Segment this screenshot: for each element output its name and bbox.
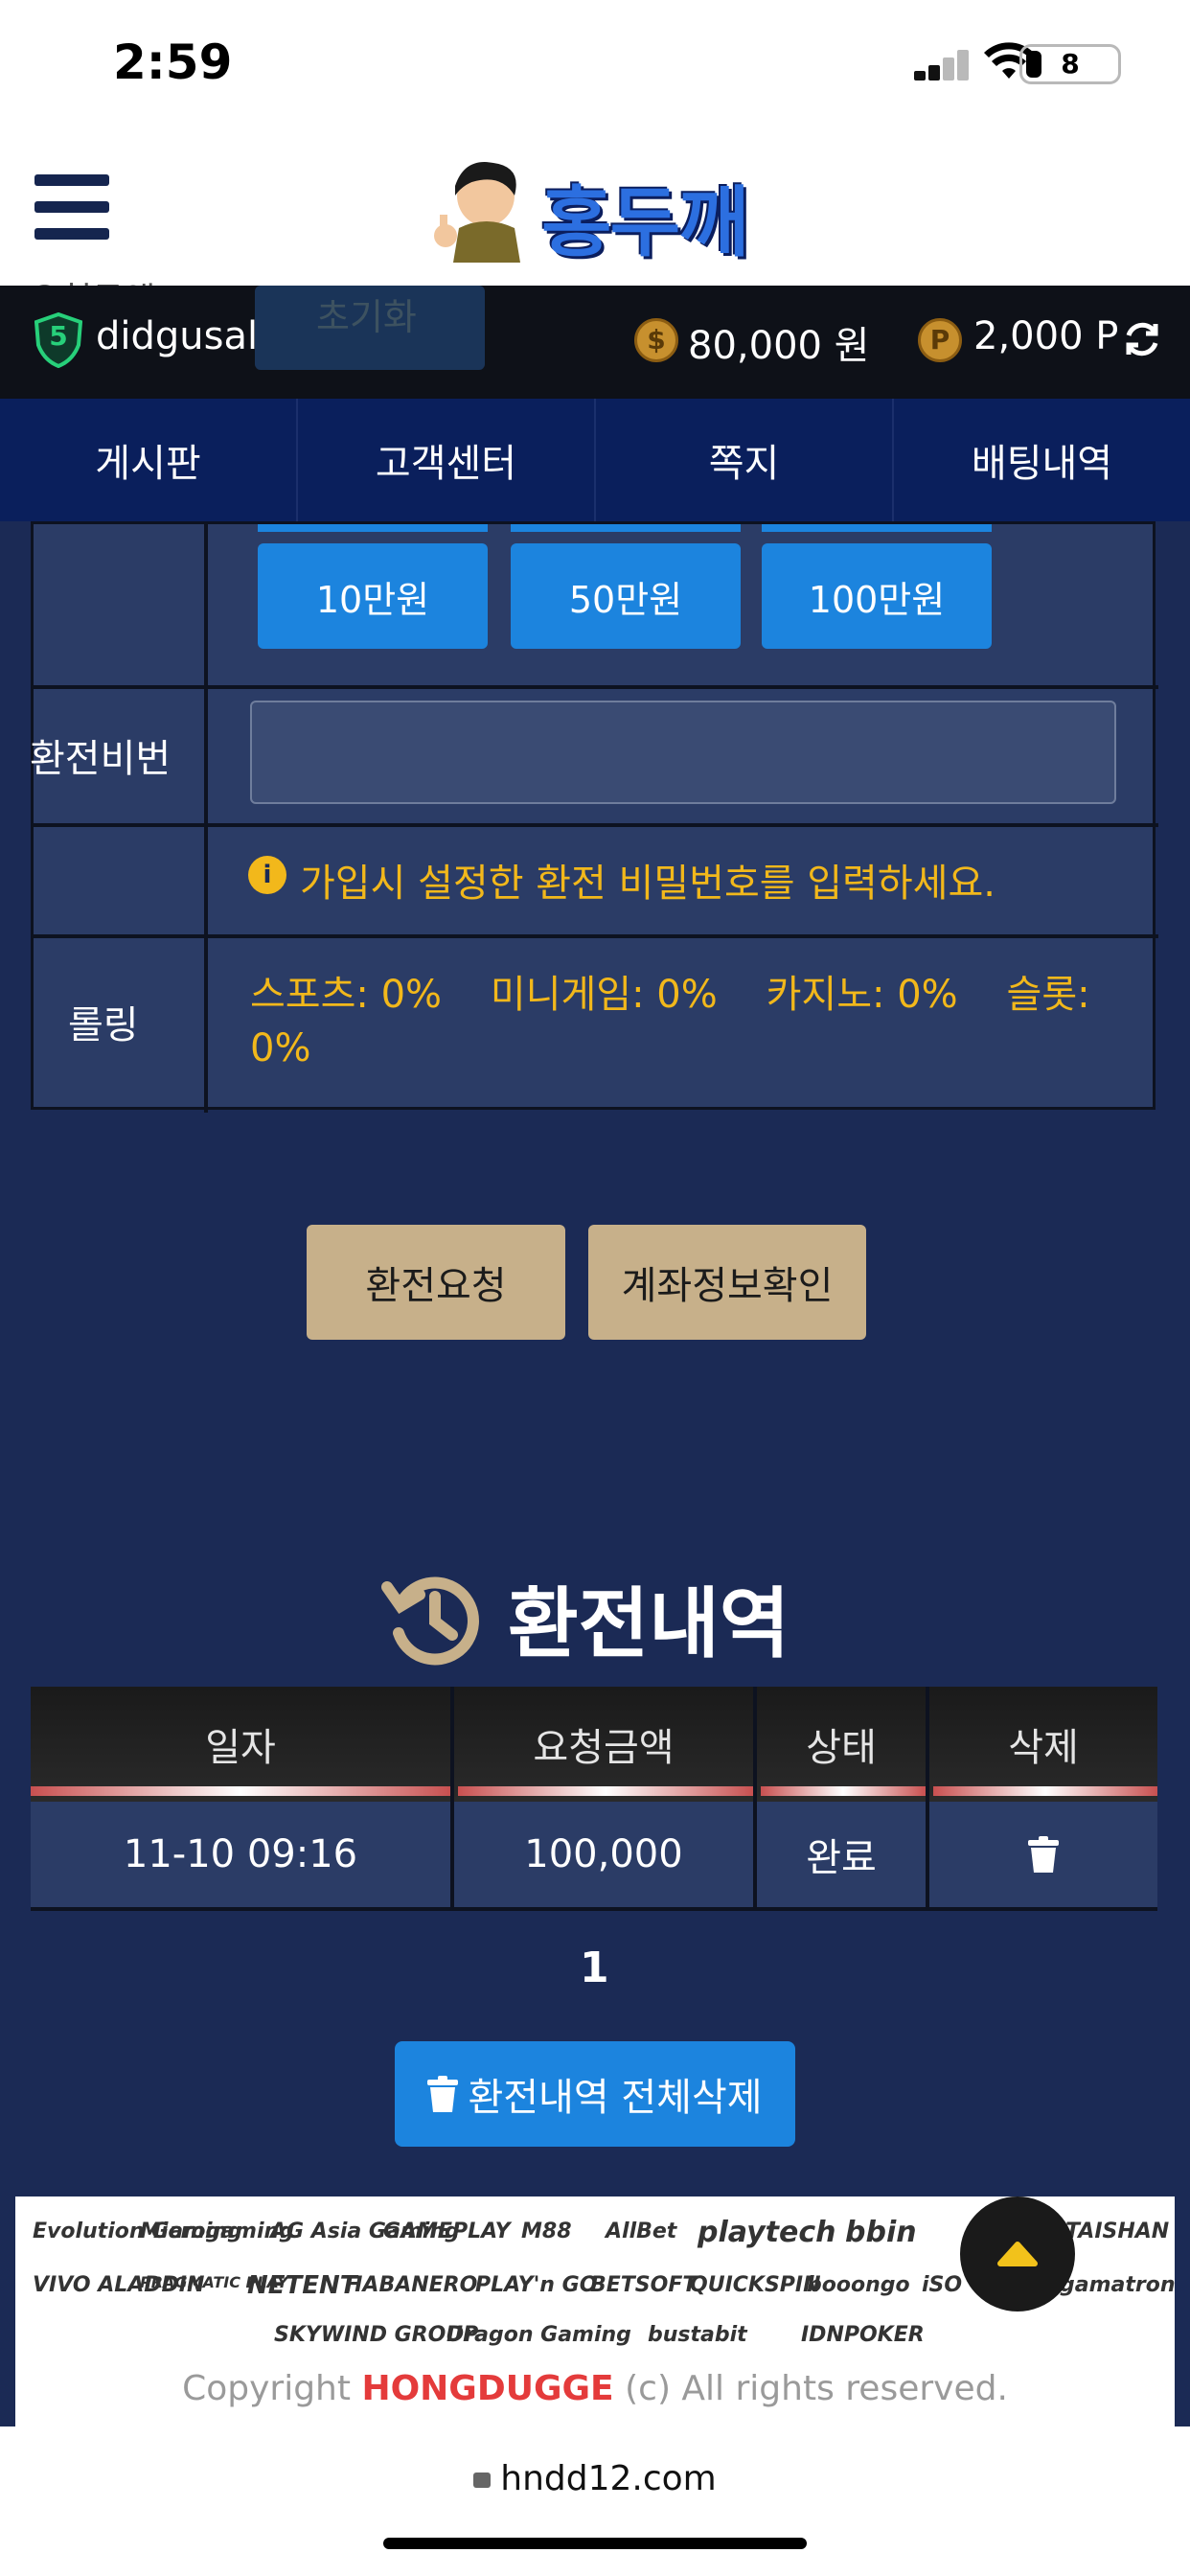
hidden-amount-label: 요청금액 [29,272,155,286]
provider-logo: playtech [698,2216,836,2249]
nav-messages[interactable]: 쪽지 [596,399,894,521]
chevron-up-icon [997,2242,1038,2266]
col-status: 상태 [757,1687,929,1802]
col-date: 일자 [31,1687,454,1802]
provider-logo: AllBet [606,2220,677,2243]
password-notice: 가입시 설정한 환전 비밀번호를 입력하세요. [300,862,995,906]
rolling-text: 스포츠: 0% 미니게임: 0% 카지노: 0% 슬롯: [250,973,1090,1017]
home-indicator [383,2538,807,2549]
url-bar[interactable]: hndd12.com [0,2459,1190,2498]
balance: 80,000 원 [688,324,870,368]
trash-icon [1028,1836,1059,1873]
user-level: 5 [49,320,68,352]
menu-icon[interactable] [0,134,144,286]
password-label: 환전비번 [30,737,172,781]
nav-support[interactable]: 고객센터 [298,399,596,521]
signal-icon [914,50,970,80]
history-icon [379,1566,485,1675]
url-text: hndd12.com [500,2459,717,2498]
row-delete-button[interactable] [929,1802,1157,1911]
withdraw-form: 10만원 50만원 100만원 환전비번 i 가입시 설정한 환전 비밀번호를 … [30,521,1158,1113]
provider-logo: Dragon Gaming [446,2323,631,2347]
copyright-prefix: Copyright [182,2369,362,2408]
provider-logo: TAISHAN [1065,2220,1170,2243]
info-icon: i [248,856,286,894]
provider-logo: GAMEPLAY [383,2220,511,2243]
status-bar: 2:59 8 [0,0,1190,134]
nav-bet-history[interactable]: 배팅내역 [894,399,1190,521]
delete-all-button[interactable]: 환전내역 전체삭제 [395,2041,795,2147]
row-amount: 100,000 [454,1802,757,1911]
main-nav: 게시판 고객센터 쪽지 배팅내역 [0,399,1190,521]
provider-logo: gamatron [1060,2273,1176,2297]
password-input[interactable] [250,701,1116,804]
provider-logo: bustabit [648,2323,747,2347]
history-title: 환전내역 [508,1579,790,1668]
level-shield-icon: 5 [34,311,83,372]
status-time: 2:59 [113,34,233,90]
provider-logo: M88 [521,2220,572,2243]
logo-mascot-icon [426,157,541,263]
browser-bar [0,2426,1190,2576]
reset-button-label: 초기화 [316,296,417,338]
account-info-button[interactable]: 계좌정보확인 [588,1225,866,1340]
copyright-brand: HONGDUGGE [361,2369,614,2408]
scroll-top-button[interactable] [960,2196,1075,2312]
provider-logo: PLAY'n GO [475,2273,598,2297]
rolling-text-2: 0% [250,1026,311,1070]
coin-icon: $ [634,318,678,362]
copyright-suffix: (c) All rights reserved. [613,2369,1008,2408]
copyright: Copyright HONGDUGGE (c) All rights reser… [15,2369,1175,2408]
provider-logo: IDNPOKER [801,2323,925,2347]
provider-logo: bbin [845,2216,917,2249]
row-status: 완료 [757,1802,929,1911]
row-date: 11-10 09:16 [31,1802,454,1911]
rolling-label: 롤링 [68,1003,139,1047]
provider-logo: booongo [807,2273,910,2297]
site-logo[interactable]: 홍두깨 [541,161,749,272]
amount-1m-button[interactable]: 100만원 [762,543,992,649]
provider-logo: HABANERO [345,2273,478,2297]
amount-100k-button[interactable]: 10만원 [258,543,488,649]
battery-level: 8 [1061,48,1080,80]
trash-icon [427,2076,459,2112]
point-icon: P [918,318,962,362]
delete-all-label: 환전내역 전체삭제 [468,2076,763,2120]
provider-logo: iSO [922,2273,963,2297]
refresh-icon[interactable] [1121,318,1163,364]
user-bar: 5 didgusals42 님 $ 80,000 원 P 2,000 P [0,286,1190,399]
provider-logo: QUICKSPIN [690,2273,821,2297]
col-amount: 요청금액 [454,1687,757,1802]
nav-board[interactable]: 게시판 [0,399,298,521]
points: 2,000 P [973,314,1119,358]
battery-icon: 8 [1019,44,1121,84]
provider-logo: BETSOFT [590,2273,698,2297]
provider-logo: NETENT [247,2271,357,2300]
amount-500k-button[interactable]: 50만원 [511,543,741,649]
history-table: 일자 요청금액 상태 삭제 11-10 09:16 100,000 완료 [31,1687,1157,1911]
page-number[interactable]: 1 [580,1944,609,1992]
col-delete: 삭제 [929,1687,1157,1802]
withdraw-request-button[interactable]: 환전요청 [307,1225,565,1340]
lock-icon [473,2472,492,2488]
